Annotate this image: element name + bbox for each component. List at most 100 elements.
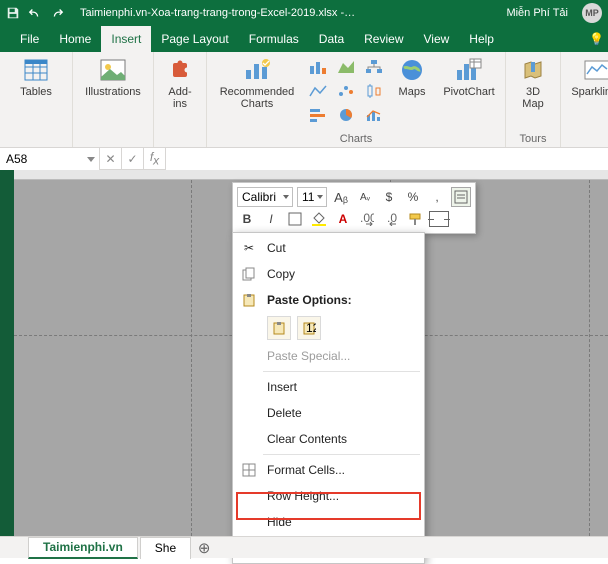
undo-icon[interactable]: [28, 6, 42, 20]
fx-icon[interactable]: fx: [144, 148, 166, 170]
group-sparklines: Sparklines: [561, 52, 608, 147]
group-tables: Tables: [0, 52, 73, 147]
table-icon: [22, 56, 50, 84]
ctx-insert[interactable]: Insert: [233, 374, 424, 400]
pie-chart-icon[interactable]: [335, 104, 357, 126]
tab-page-layout[interactable]: Page Layout: [151, 26, 238, 52]
page-break-v1: [191, 180, 192, 536]
separator: [263, 371, 420, 372]
svg-text:123: 123: [306, 321, 316, 335]
save-icon[interactable]: [6, 6, 20, 20]
scatter-chart-icon[interactable]: [335, 80, 357, 102]
pivotchart-icon: [455, 56, 483, 84]
tab-home[interactable]: Home: [49, 26, 101, 52]
sheet-tab-1[interactable]: Taimienphi.vn: [28, 537, 138, 559]
tab-help[interactable]: Help: [459, 26, 504, 52]
group-illustrations: Illustrations: [73, 52, 154, 147]
combo-chart-icon[interactable]: [363, 104, 385, 126]
document-title: Taimienphi.vn-Xoa-trang-trang-trong-Exce…: [80, 7, 355, 19]
bold-button[interactable]: B: [237, 209, 257, 229]
pivotchart-button[interactable]: PivotChart: [439, 56, 499, 98]
formula-input[interactable]: [166, 148, 608, 170]
increase-decimal-icon[interactable]: .0: [381, 209, 401, 229]
sheet-tab-2[interactable]: She: [140, 537, 191, 559]
ctx-delete[interactable]: Delete: [233, 400, 424, 426]
fill-color-icon[interactable]: [309, 209, 329, 229]
globe-icon: [398, 56, 426, 84]
cancel-icon[interactable]: ✕: [100, 148, 122, 170]
tell-me-icon[interactable]: 💡: [589, 32, 604, 46]
tab-review[interactable]: Review: [354, 26, 413, 52]
format-cells-icon: [241, 462, 257, 478]
sheet-tab-bar: Taimienphi.vn She ⊕: [0, 536, 608, 558]
svg-text:.00: .00: [360, 212, 374, 225]
sparklines-button[interactable]: Sparklines: [567, 56, 608, 98]
statistic-chart-icon[interactable]: [363, 80, 385, 102]
percent-button[interactable]: %: [403, 187, 423, 207]
font-combo[interactable]: Calibri: [237, 187, 293, 207]
format-button[interactable]: [451, 187, 471, 207]
currency-button[interactable]: $: [379, 187, 399, 207]
ctx-paste-special[interactable]: Paste Special...: [233, 343, 424, 369]
ctx-paste-row: 123: [233, 313, 424, 343]
column-chart-icon[interactable]: [307, 56, 329, 78]
ctx-hide[interactable]: Hide: [233, 509, 424, 535]
group-label-charts: Charts: [340, 132, 372, 145]
title-bar: Taimienphi.vn-Xoa-trang-trang-trong-Exce…: [0, 0, 608, 26]
recommended-charts-button[interactable]: Recommended Charts: [213, 56, 301, 110]
cut-icon: ✂: [241, 240, 257, 256]
group-addins: Add- ins: [154, 52, 207, 147]
ctx-row-height[interactable]: Row Height...: [233, 483, 424, 509]
decrease-font-icon[interactable]: Aᵥ: [355, 187, 375, 207]
increase-font-icon[interactable]: Aᵦ: [331, 187, 351, 207]
separator: [263, 454, 420, 455]
name-box[interactable]: A58: [0, 148, 100, 170]
paste-default-icon[interactable]: [267, 316, 291, 340]
avatar[interactable]: MP: [582, 3, 602, 23]
illustrations-button[interactable]: Illustrations: [79, 56, 147, 98]
ctx-format-cells[interactable]: Format Cells...: [233, 457, 424, 483]
row-headers-selected[interactable]: [0, 170, 14, 536]
ctx-cut[interactable]: ✂Cut: [233, 235, 424, 261]
font-size-combo[interactable]: 11: [297, 187, 327, 207]
bar-chart-icon[interactable]: [307, 104, 329, 126]
ctx-copy[interactable]: Copy: [233, 261, 424, 287]
format-painter-icon[interactable]: [405, 209, 425, 229]
redo-icon[interactable]: [50, 6, 64, 20]
hierarchy-chart-icon[interactable]: [363, 56, 385, 78]
borders-icon[interactable]: [285, 209, 305, 229]
tables-button[interactable]: Tables: [6, 56, 66, 98]
chart-types-col1: [307, 56, 329, 126]
enter-icon[interactable]: ✓: [122, 148, 144, 170]
decrease-decimal-icon[interactable]: .00: [357, 209, 377, 229]
sparklines-icon: [583, 56, 608, 84]
user-name[interactable]: Miễn Phí Tải: [506, 7, 568, 19]
merge-center-icon[interactable]: [429, 209, 449, 229]
3d-map-button[interactable]: 3D Map: [512, 56, 554, 110]
page-break-v3: [589, 180, 590, 536]
tab-formulas[interactable]: Formulas: [239, 26, 309, 52]
tab-data[interactable]: Data: [309, 26, 354, 52]
area-chart-icon[interactable]: [335, 56, 357, 78]
group-tours: 3D Map Tours: [506, 52, 561, 147]
tab-insert[interactable]: Insert: [101, 26, 151, 52]
addins-icon: [166, 56, 194, 84]
italic-button[interactable]: I: [261, 209, 281, 229]
group-charts: Recommended Charts Maps: [207, 52, 506, 147]
new-sheet-button[interactable]: ⊕: [193, 539, 215, 557]
font-color-icon[interactable]: A: [333, 209, 353, 229]
tab-file[interactable]: File: [10, 26, 49, 52]
comma-button[interactable]: ,: [427, 187, 447, 207]
paste-values-icon[interactable]: 123: [297, 316, 321, 340]
tab-view[interactable]: View: [414, 26, 460, 52]
recommended-charts-icon: [243, 56, 271, 84]
formula-bar: A58 ✕ ✓ fx: [0, 148, 608, 170]
addins-button[interactable]: Add- ins: [160, 56, 200, 110]
ribbon-tabs: File Home Insert Page Layout Formulas Da…: [0, 26, 608, 52]
ctx-clear-contents[interactable]: Clear Contents: [233, 426, 424, 452]
maps-button[interactable]: Maps: [391, 56, 433, 98]
line-chart-icon[interactable]: [307, 80, 329, 102]
column-headers[interactable]: [14, 170, 608, 180]
ribbon: Tables Illustrations Add- ins Recommende…: [0, 52, 608, 148]
copy-icon: [241, 266, 257, 282]
